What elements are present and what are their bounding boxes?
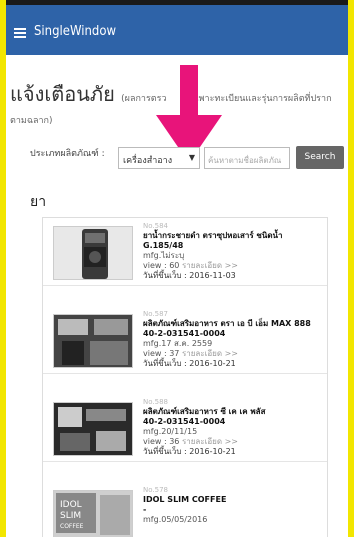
- item-number: No.588: [143, 398, 168, 406]
- search-button[interactable]: Search: [296, 146, 344, 169]
- category-selected: เครื่องสำอาง: [123, 156, 173, 166]
- item-number: No.587: [143, 310, 168, 318]
- section-title: ยา: [30, 194, 47, 210]
- details-link[interactable]: รายละเอียด >>: [182, 349, 238, 358]
- item-views: view : 36: [143, 437, 180, 446]
- product-image: [53, 226, 133, 280]
- svg-text:COFFEE: COFFEE: [60, 523, 84, 530]
- product-image: [53, 314, 133, 368]
- list-item[interactable]: IDOL SLIM COFFEE No.578 IDOL SLIM COFFEE…: [43, 482, 327, 537]
- item-code: 40-2-031541-0004: [143, 417, 226, 426]
- item-views: view : 60: [143, 261, 180, 270]
- item-views: view : 37: [143, 349, 180, 358]
- item-mfg: mfg.05/05/2016: [143, 515, 208, 524]
- item-date: วันที่ขึ้นเว็บ : 2016-10-21: [143, 447, 236, 456]
- item-mfg: mfg.ไม่ระบุ: [143, 251, 185, 260]
- details-link[interactable]: รายละเอียด >>: [182, 437, 238, 446]
- product-info: No.588 ผลิตภัณฑ์เสริมอาหาร ซี เค เค พลัส…: [143, 397, 325, 457]
- phone-screen: SingleWindow แจ้งเตือนภัย (ผลการตรว เฉพา…: [6, 0, 348, 537]
- item-date: วันที่ขึ้นเว็บ : 2016-11-03: [143, 271, 236, 280]
- list-item[interactable]: No.588 ผลิตภัณฑ์เสริมอาหาร ซี เค เค พลัส…: [43, 394, 327, 462]
- item-name: IDOL SLIM COFFEE: [143, 495, 227, 504]
- list-item[interactable]: No.584 ยาน้ำกระชายดำ ตราซุปหอเสาร์ ชนิดน…: [43, 218, 327, 286]
- item-mfg: mfg.20/11/15: [143, 427, 198, 436]
- product-info: No.587 ผลิตภัณฑ์เสริมอาหาร ตรา เอ บี เอ็…: [143, 309, 325, 369]
- product-image: IDOL SLIM COFFEE: [53, 490, 133, 537]
- product-info: No.584 ยาน้ำกระชายดำ ตราซุปหอเสาร์ ชนิดน…: [143, 221, 325, 281]
- item-number: No.584: [143, 222, 168, 230]
- item-code: 40-2-031541-0004: [143, 329, 226, 338]
- item-name: ผลิตภัณฑ์เสริมอาหาร ซี เค เค พลัส: [143, 407, 266, 416]
- item-mfg: mfg.17 ส.ค. 2559: [143, 339, 213, 348]
- svg-text:SLIM: SLIM: [60, 511, 81, 521]
- product-info: No.578 IDOL SLIM COFFEE - mfg.05/05/2016: [143, 485, 325, 525]
- page-title-text: แจ้งเตือนภัย: [10, 82, 115, 106]
- caret-down-icon: ▼: [188, 153, 195, 162]
- item-date: วันที่ขึ้นเว็บ : 2016-10-21: [143, 359, 236, 368]
- item-code: G.185/48: [143, 241, 184, 250]
- page-note-wrap: ตามฉลาก): [10, 116, 53, 126]
- search-input[interactable]: ค้นหาตามชื่อผลิตภัณ: [204, 147, 290, 169]
- product-image: [53, 402, 133, 456]
- item-name: ยาน้ำกระชายดำ ตราซุปหอเสาร์ ชนิดน้ำ: [143, 231, 283, 240]
- category-select[interactable]: เครื่องสำอาง ▼: [118, 147, 200, 169]
- details-link[interactable]: รายละเอียด >>: [182, 261, 238, 270]
- list-item[interactable]: No.587 ผลิตภัณฑ์เสริมอาหาร ตรา เอ บี เอ็…: [43, 306, 327, 374]
- menu-icon[interactable]: [14, 28, 26, 38]
- product-list: No.584 ยาน้ำกระชายดำ ตราซุปหอเสาร์ ชนิดน…: [42, 217, 328, 537]
- svg-text:IDOL: IDOL: [60, 500, 82, 510]
- item-code: -: [143, 505, 147, 514]
- app-title: SingleWindow: [34, 24, 117, 39]
- status-bar: [6, 0, 348, 5]
- item-name: ผลิตภัณฑ์เสริมอาหาร ตรา เอ บี เอ็ม MAX 8…: [143, 319, 311, 328]
- item-number: No.578: [143, 486, 168, 494]
- app-bar: SingleWindow: [6, 0, 348, 55]
- category-label: ประเภทผลิตภัณฑ์ :: [30, 149, 105, 159]
